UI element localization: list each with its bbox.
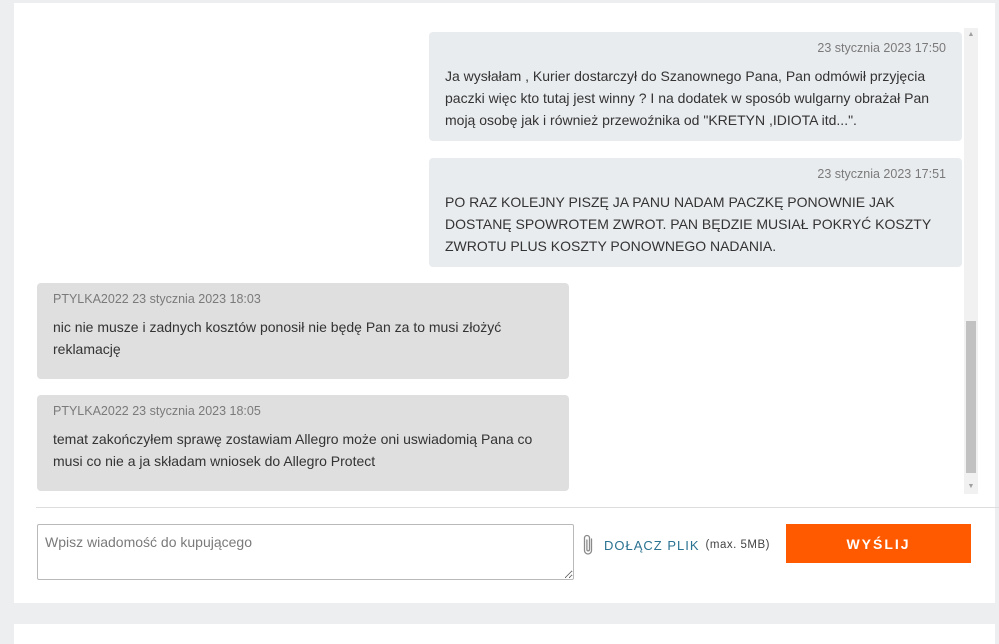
message-outgoing: 23 stycznia 2023 17:50 Ja wysłałam , Kur… [429, 32, 962, 141]
thread-scrollbar[interactable]: ▲ ▼ [964, 28, 978, 494]
scrollbar-thumb[interactable] [966, 321, 976, 473]
message-outgoing: 23 stycznia 2023 17:51 PO RAZ KOLEJNY PI… [429, 158, 962, 267]
attach-size-hint: (max. 5MB) [705, 539, 770, 551]
message-text: temat zakończyłem sprawę zostawiam Alleg… [53, 431, 533, 469]
message-author: PTYLKA2022 [53, 404, 129, 418]
attach-file-label[interactable]: DOŁĄCZ PLIK [604, 538, 700, 553]
conversation-panel: 23 stycznia 2023 17:50 Ja wysłałam , Kur… [14, 3, 999, 603]
message-timestamp: 23 stycznia 2023 18:05 [132, 404, 261, 418]
send-button[interactable]: WYŚLIJ [786, 524, 971, 563]
message-timestamp: 23 stycznia 2023 17:50 [817, 41, 946, 55]
message-incoming: PTYLKA2022 23 stycznia 2023 18:05 temat … [37, 395, 569, 491]
paperclip-icon [581, 533, 595, 557]
message-meta: PTYLKA2022 23 stycznia 2023 18:05 [53, 403, 553, 419]
composer-divider [36, 507, 999, 508]
message-meta: PTYLKA2022 23 stycznia 2023 18:03 [53, 291, 553, 307]
message-author: PTYLKA2022 [53, 292, 129, 306]
scroll-up-arrow-icon[interactable]: ▲ [964, 28, 978, 42]
message-thread: 23 stycznia 2023 17:50 Ja wysłałam , Kur… [14, 28, 992, 494]
scroll-down-arrow-icon[interactable]: ▼ [964, 480, 978, 494]
message-timestamp: 23 stycznia 2023 17:51 [817, 167, 946, 181]
message-text: nic nie musze i zadnych kosztów ponosił … [53, 319, 502, 357]
message-timestamp: 23 stycznia 2023 18:03 [132, 292, 261, 306]
message-input[interactable] [37, 524, 574, 580]
message-text: Ja wysłałam , Kurier dostarczył do Szano… [445, 68, 930, 128]
next-section-panel [14, 624, 995, 644]
attach-file-button[interactable]: DOŁĄCZ PLIK (max. 5MB) [581, 533, 770, 557]
message-text: PO RAZ KOLEJNY PISZĘ JA PANU NADAM PACZK… [445, 194, 931, 254]
message-incoming: PTYLKA2022 23 stycznia 2023 18:03 nic ni… [37, 283, 569, 379]
